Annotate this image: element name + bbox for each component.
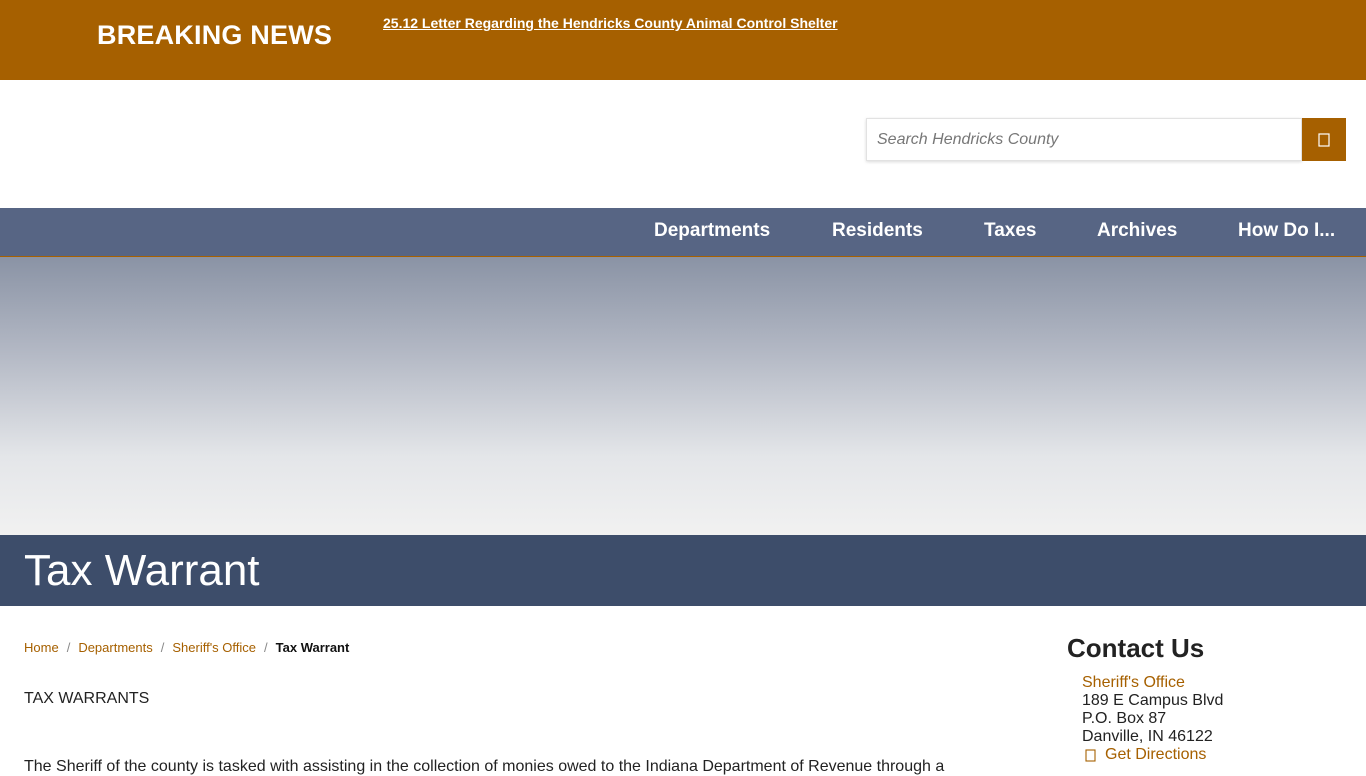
site-header — [0, 80, 1366, 208]
page-title: Tax Warrant — [24, 546, 260, 595]
nav-item-taxes[interactable]: Taxes — [984, 220, 1036, 242]
nav-item-how-do-i[interactable]: How Do I... — [1238, 220, 1335, 242]
breadcrumb-separator: / — [66, 640, 71, 655]
contact-office-link[interactable]: Sheriff's Office — [1082, 674, 1223, 692]
breadcrumb-separator: / — [264, 640, 268, 655]
breaking-news-bar: BREAKING NEWS 25.12 Letter Regarding the… — [0, 0, 1366, 80]
nav-item-departments[interactable]: Departments — [654, 220, 770, 242]
content-body: The Sheriff of the county is tasked with… — [24, 758, 945, 775]
contact-address-line-3: Danville, IN 46122 — [1082, 728, 1213, 745]
contact-info: Sheriff's Office 189 E Campus Blvd P.O. … — [1082, 674, 1223, 746]
breadcrumb-departments[interactable]: Departments — [78, 640, 152, 655]
breadcrumb: Home / Departments / Sheriff's Office / … — [24, 640, 349, 655]
contact-title: Contact Us — [1067, 633, 1205, 663]
breaking-news-link[interactable]: 25.12 Letter Regarding the Hendricks Cou… — [383, 15, 838, 31]
map-marker-icon — [1085, 748, 1096, 762]
search-icon — [1318, 132, 1330, 147]
hero-banner — [0, 257, 1366, 535]
nav-item-archives[interactable]: Archives — [1097, 220, 1177, 242]
search-box — [866, 118, 1302, 161]
contact-address-line-1: 189 E Campus Blvd — [1082, 692, 1224, 709]
page-title-bar: Tax Warrant — [0, 535, 1366, 606]
search-button[interactable] — [1302, 118, 1346, 161]
breadcrumb-separator: / — [160, 640, 165, 655]
breadcrumb-sheriffs-office[interactable]: Sheriff's Office — [172, 640, 256, 655]
get-directions-label: Get Directions — [1105, 746, 1207, 763]
main-nav: Departments Residents Taxes Archives How… — [0, 208, 1366, 257]
breadcrumb-home[interactable]: Home — [24, 640, 59, 655]
search-input[interactable] — [867, 119, 1301, 160]
content-heading: TAX WARRANTS — [24, 690, 150, 707]
breadcrumb-current: Tax Warrant — [275, 640, 350, 655]
get-directions-link[interactable]: Get Directions — [1085, 746, 1206, 764]
nav-item-residents[interactable]: Residents — [832, 220, 923, 242]
breaking-news-title: BREAKING NEWS — [97, 20, 333, 50]
contact-address-line-2: P.O. Box 87 — [1082, 710, 1167, 727]
